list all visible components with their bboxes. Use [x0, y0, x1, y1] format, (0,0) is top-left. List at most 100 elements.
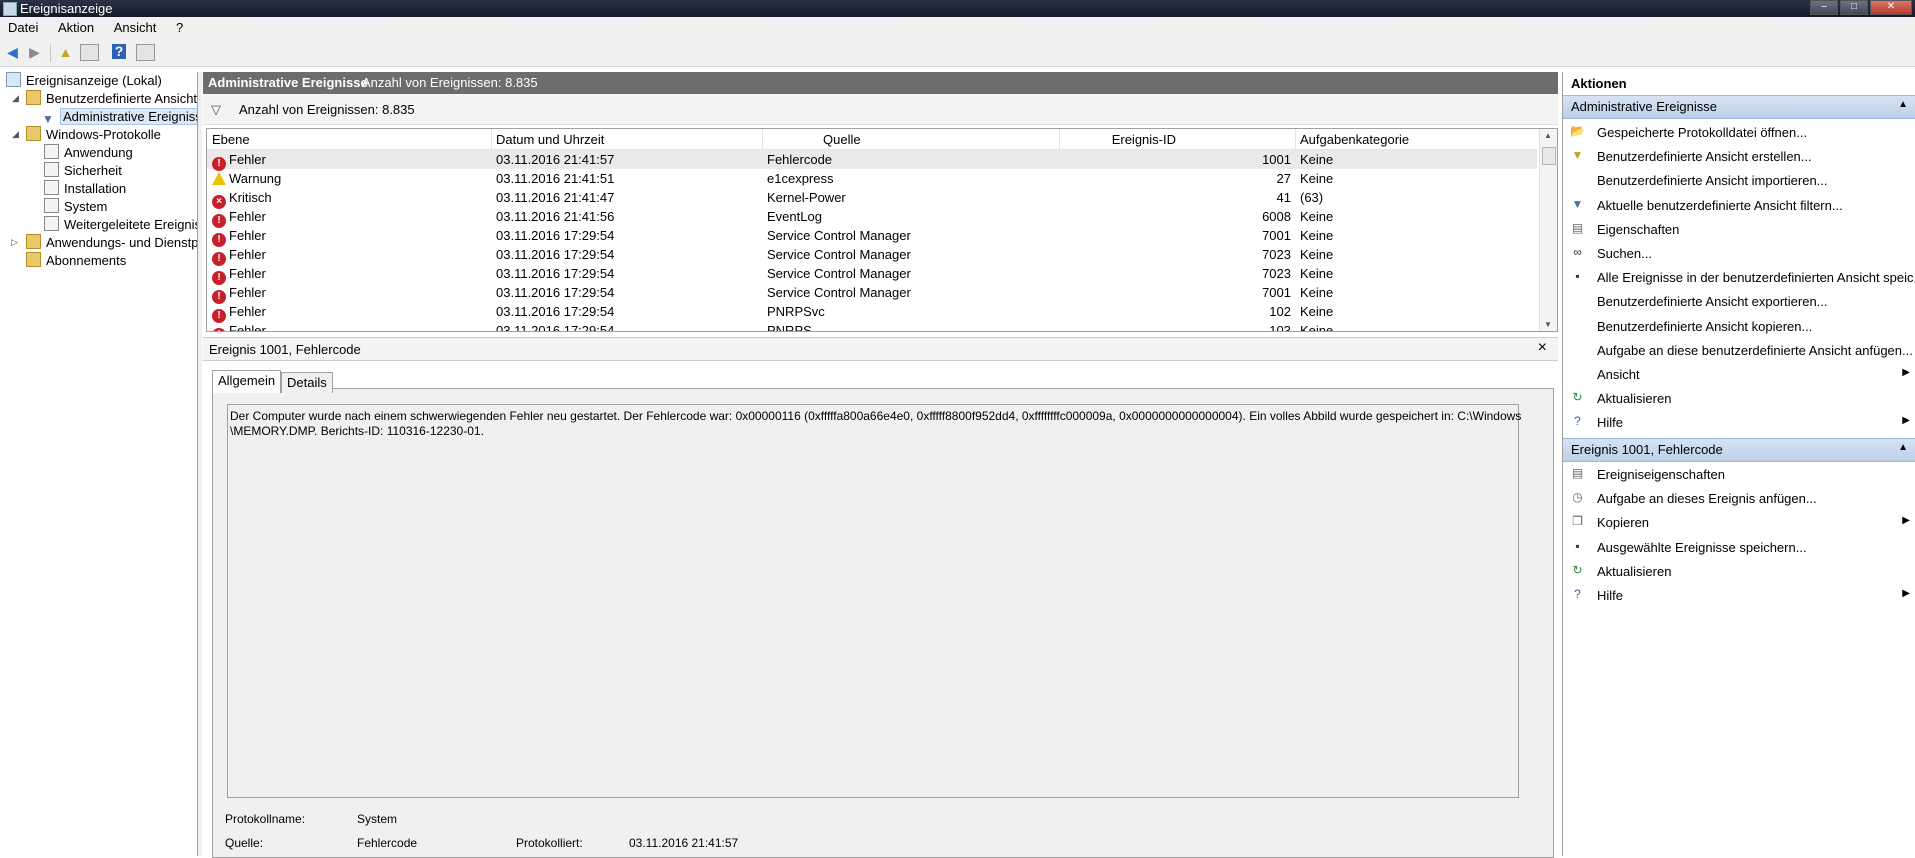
table-row[interactable]: ! Fehler 03.11.2016 21:41:57 Fehlercode 1001… — [207, 150, 1537, 171]
menu-ansicht[interactable]: Ansicht — [106, 17, 165, 35]
col-event-id[interactable]: Ereignis-ID — [1112, 132, 1176, 147]
action-item[interactable]: ▼ Aktuelle benutzerdefinierte Ansicht fil… — [1563, 195, 1915, 217]
tree-apps-services[interactable]: Anwendungs- und Dienstprotokolle — [26, 234, 197, 252]
folder-icon — [26, 126, 41, 141]
action-item[interactable]: ▼ Benutzerdefinierte Ansicht erstellen... — [1563, 146, 1915, 168]
collapse-caret-icon[interactable]: ▲ — [1898, 99, 1908, 110]
col-source[interactable]: Quelle — [823, 132, 861, 147]
tab-details[interactable]: Details — [281, 372, 333, 393]
table-row[interactable]: ! Fehler 03.11.2016 17:29:54 Service Contro… — [207, 264, 1537, 285]
cell-date: 03.11.2016 17:29:54 — [496, 285, 615, 300]
tree-subscriptions[interactable]: Abonnements — [26, 252, 126, 270]
help-icon: ? — [1574, 587, 1581, 601]
show-hide-actions-icon[interactable] — [136, 44, 155, 61]
col-separator[interactable] — [1295, 129, 1296, 149]
action-item[interactable]: ? Hilfe ▶ — [1563, 585, 1915, 607]
action-item[interactable]: Ansicht ▶ — [1563, 364, 1915, 386]
action-item[interactable]: Benutzerdefinierte Ansicht kopieren... — [1563, 316, 1915, 338]
cell-task-category: Keine — [1300, 171, 1334, 186]
up-folder-icon[interactable]: ▲ — [57, 44, 74, 61]
cell-source: Service Control Manager — [767, 247, 911, 262]
action-item[interactable]: Aufgabe an diese benutzerdefinierte Ansi… — [1563, 340, 1915, 362]
table-row[interactable]: ! Fehler 03.11.2016 17:29:54 Service Contro… — [207, 226, 1537, 247]
close-button[interactable]: ✕ — [1870, 0, 1912, 15]
tree-windows-logs[interactable]: Windows-Protokolle — [26, 126, 161, 144]
minimize-button[interactable]: – — [1810, 0, 1838, 15]
cell-date: 03.11.2016 17:29:54 — [496, 323, 615, 332]
action-item[interactable]: ∞ Suchen... — [1563, 243, 1915, 265]
collapsed-arrow-icon[interactable]: ▷ — [11, 237, 18, 248]
expanded-arrow-icon[interactable]: ◢ — [12, 129, 19, 140]
action-item[interactable]: Benutzerdefinierte Ansicht exportieren..… — [1563, 291, 1915, 313]
close-detail-icon[interactable]: × — [1538, 339, 1547, 357]
table-row[interactable]: ! Fehler 03.11.2016 17:29:54 Service Contro… — [207, 245, 1537, 266]
tree-system[interactable]: System — [44, 198, 107, 216]
back-arrow-icon[interactable]: ◀ — [4, 44, 21, 61]
col-date[interactable]: Datum und Uhrzeit — [496, 132, 604, 147]
action-item[interactable]: ❐ Kopieren ▶ — [1563, 512, 1915, 534]
expanded-arrow-icon[interactable]: ◢ — [12, 93, 19, 104]
left-splitter[interactable] — [198, 72, 202, 856]
action-item[interactable]: ▤ Ereigniseigenschaften — [1563, 464, 1915, 486]
col-separator[interactable] — [491, 129, 492, 149]
menu-help[interactable]: ? — [168, 17, 191, 35]
table-row[interactable]: ! Fehler 03.11.2016 21:41:56 EventLog 6008 Ke… — [207, 207, 1537, 228]
events-table: Ebene Datum und Uhrzeit Quelle Ereignis-… — [206, 128, 1558, 332]
action-item[interactable]: ↻ Aktualisieren — [1563, 561, 1915, 583]
show-hide-tree-icon[interactable] — [80, 44, 99, 61]
action-item[interactable]: ▪ Ausgewählte Ereignisse speichern... — [1563, 537, 1915, 559]
col-level[interactable]: Ebene — [212, 132, 250, 147]
table-row[interactable]: !Fehler 03.11.2016 17:29:54 PNRPS 103 Keine — [207, 321, 1537, 332]
warning-icon — [212, 172, 226, 185]
table-scrollbar[interactable]: ▲ ▼ — [1539, 129, 1557, 331]
tree-root[interactable]: Ereignisanzeige (Lokal) — [6, 72, 162, 90]
actions-section-event[interactable]: Ereignis 1001, Fehlercode ▲ — [1563, 438, 1915, 462]
error-icon: ! — [212, 328, 226, 331]
menu-datei[interactable]: Datei — [0, 17, 46, 35]
tree-custom-views[interactable]: Benutzerdefinierte Ansichten — [26, 90, 197, 108]
cell-date: 03.11.2016 17:29:54 — [496, 228, 615, 243]
action-item[interactable]: Benutzerdefinierte Ansicht importieren..… — [1563, 170, 1915, 192]
submenu-arrow-icon: ▶ — [1902, 515, 1910, 527]
help-icon[interactable]: ? — [112, 44, 126, 59]
tree-admin-events[interactable]: ▼ Administrative Ereignisse — [42, 108, 197, 126]
table-row[interactable]: Warnung 03.11.2016 21:41:51 e1cexpress 27 Ke… — [207, 169, 1537, 188]
filter-icon: ▽ — [211, 102, 221, 117]
tree-setup[interactable]: Installation — [44, 180, 126, 198]
tab-allgemein[interactable]: Allgemein — [212, 370, 282, 393]
description-box[interactable] — [227, 404, 1519, 798]
actions-section-admin-events[interactable]: Administrative Ereignisse ▲ — [1563, 95, 1915, 119]
scroll-up-icon[interactable]: ▲ — [1544, 131, 1552, 140]
forward-arrow-icon[interactable]: ▶ — [26, 44, 43, 61]
action-item[interactable]: ↻ Aktualisieren — [1563, 388, 1915, 410]
action-item[interactable]: ◷ Aufgabe an dieses Ereignis anfügen... — [1563, 488, 1915, 510]
maximize-button[interactable]: □ — [1840, 0, 1868, 15]
table-row[interactable]: × Kritisch 03.11.2016 21:41:47 Kernel-Power… — [207, 188, 1537, 209]
menu-aktion[interactable]: Aktion — [50, 17, 102, 35]
scroll-down-icon[interactable]: ▼ — [1544, 320, 1552, 329]
collapse-caret-icon[interactable]: ▲ — [1898, 442, 1908, 453]
table-row[interactable]: ! Fehler 03.11.2016 17:29:54 Service Contro… — [207, 283, 1537, 304]
table-row[interactable]: ! Fehler 03.11.2016 17:29:54 PNRPSvc 102 Kein… — [207, 302, 1537, 323]
cell-event-id: 27 — [1276, 171, 1291, 186]
cell-event-id: 7001 — [1262, 228, 1291, 243]
col-task-category[interactable]: Aufgabenkategorie — [1300, 132, 1409, 147]
action-item[interactable]: ▤ Eigenschaften — [1563, 219, 1915, 241]
cell-level: !Fehler — [212, 323, 266, 331]
cell-task-category: (63) — [1300, 190, 1324, 205]
col-separator[interactable] — [762, 129, 763, 149]
col-separator[interactable] — [1059, 129, 1060, 149]
cell-source: Service Control Manager — [767, 285, 911, 300]
tree-forwarded[interactable]: Weitergeleitete Ereignisse — [44, 216, 197, 234]
action-item[interactable]: ? Hilfe ▶ — [1563, 412, 1915, 434]
event-viewer-icon — [6, 72, 21, 87]
tree-application[interactable]: Anwendung — [44, 144, 133, 162]
app-icon — [3, 2, 17, 16]
action-item[interactable]: 📂 Gespeicherte Protokolldatei öffnen... — [1563, 122, 1915, 144]
tree-security[interactable]: Sicherheit — [44, 162, 122, 180]
action-item[interactable]: ▪ Alle Ereignisse in der benutzerdefinier… — [1563, 267, 1915, 289]
log-icon — [44, 144, 59, 159]
scroll-thumb[interactable] — [1542, 147, 1556, 165]
binoculars-icon: ∞ — [1573, 245, 1582, 259]
logname-value: System — [357, 812, 398, 826]
